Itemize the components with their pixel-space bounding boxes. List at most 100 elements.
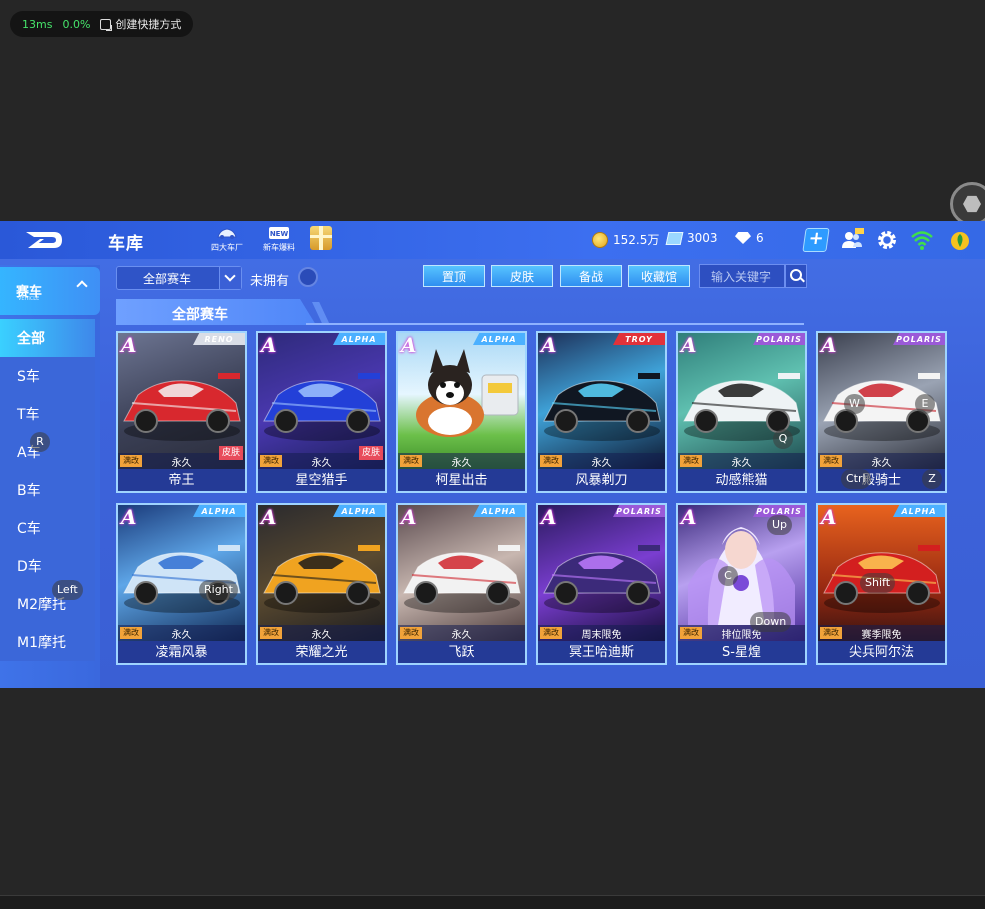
key-hint-bubble: R bbox=[30, 432, 50, 452]
vehicle-category-tab[interactable]: 赛车 VEHICLE bbox=[0, 267, 100, 315]
car-card[interactable]: A ALPHA 满改 永久 柯星出击 bbox=[396, 331, 527, 493]
diamond-amount: 6 bbox=[756, 231, 764, 245]
new-badge-icon: NEW bbox=[269, 227, 289, 239]
gift-icon[interactable] bbox=[310, 226, 332, 250]
car-name: 尖兵阿尔法 bbox=[818, 641, 945, 663]
car-brand-tag: POLARIS bbox=[613, 505, 665, 517]
car-duration: 赛季限免 bbox=[861, 630, 902, 641]
car-grade: A bbox=[121, 333, 137, 357]
section-header-accent bbox=[312, 302, 330, 325]
search-input[interactable]: 输入关键字 bbox=[699, 264, 785, 288]
car-card[interactable]: A ALPHA 满改 永久 皮肤 星空猎手 bbox=[256, 331, 387, 493]
key-hint-bubble: E bbox=[915, 394, 935, 414]
car-grade: A bbox=[401, 333, 417, 357]
hexagon-icon bbox=[963, 195, 981, 213]
car-brand-tag: ALPHA bbox=[193, 505, 245, 517]
car-duration: 永久 bbox=[451, 458, 472, 469]
sidebar-item-b[interactable]: B车 bbox=[0, 471, 95, 509]
car-duration: 永久 bbox=[591, 458, 612, 469]
sidebar-item-all[interactable]: 全部 bbox=[0, 319, 95, 357]
car-duration: 永久 bbox=[731, 458, 752, 469]
screen: 13ms 0.0% 创建快捷方式 车库 四大车厂 NEW 新车爆料 152.5万… bbox=[0, 0, 985, 909]
key-hint-bubble: Down bbox=[750, 612, 792, 632]
unowned-toggle[interactable] bbox=[298, 267, 318, 287]
car-card[interactable]: A ALPHA 满改 永久 荣耀之光 bbox=[256, 503, 387, 665]
top-bar bbox=[0, 221, 985, 259]
car-artwork bbox=[118, 505, 245, 641]
skin-button[interactable]: 皮肤 bbox=[491, 265, 553, 287]
car-grade: A bbox=[401, 505, 417, 529]
car-name: S-星煌 bbox=[678, 641, 805, 663]
diamond-icon bbox=[735, 232, 751, 244]
key-hint-bubble: Up bbox=[767, 515, 793, 535]
car-grade: A bbox=[821, 505, 837, 529]
car-card[interactable]: A POLARIS 满改 周末限免 冥王哈迪斯 bbox=[536, 503, 667, 665]
car-duration: 永久 bbox=[451, 630, 472, 641]
collection-button[interactable]: 收藏馆 bbox=[628, 265, 690, 287]
sidebar-item-s[interactable]: S车 bbox=[0, 357, 95, 395]
car-name: 动感熊猫 bbox=[678, 469, 805, 491]
car-brand-tag: POLARIS bbox=[893, 333, 945, 345]
ticket-icon bbox=[665, 231, 684, 245]
sidebar-list: 全部 S车 T车 A车 B车 C车 D车 M2摩托 M1摩托 bbox=[0, 319, 95, 661]
key-hint-bubble: Right bbox=[199, 580, 238, 600]
car-grade: A bbox=[681, 505, 697, 529]
vehicle-category-sublabel: VEHICLE bbox=[18, 296, 40, 302]
ticket-balance: 3003 bbox=[665, 231, 718, 245]
car-card[interactable]: A POLARIS 满改 永久 动感熊猫 bbox=[676, 331, 807, 493]
car-grade: A bbox=[541, 333, 557, 357]
car-card[interactable]: A ALPHA 满改 永久 飞跃 bbox=[396, 503, 527, 665]
ticket-amount: 3003 bbox=[687, 231, 718, 245]
car-name: 星空猎手 bbox=[258, 469, 385, 491]
search-icon[interactable] bbox=[785, 264, 807, 288]
unowned-label: 未拥有 bbox=[250, 274, 290, 289]
car-brand-tag: TROY bbox=[613, 333, 665, 345]
car-filter-value: 全部赛车 bbox=[143, 271, 192, 286]
key-hint-bubble: Q bbox=[773, 429, 793, 449]
key-hint-bubble: Shift bbox=[860, 573, 896, 593]
car-name: 飞跃 bbox=[398, 641, 525, 663]
recharge-plus-icon[interactable]: + bbox=[802, 228, 830, 252]
new-car-news-button[interactable]: NEW 新车爆料 bbox=[256, 225, 302, 255]
car-artwork bbox=[398, 333, 525, 469]
friends-icon[interactable] bbox=[840, 228, 864, 252]
key-hint-bubble: Z bbox=[922, 469, 942, 489]
wifi-signal-icon bbox=[911, 231, 933, 250]
car-artwork bbox=[258, 505, 385, 641]
car-artwork bbox=[538, 505, 665, 641]
pin-top-button[interactable]: 置顶 bbox=[423, 265, 485, 287]
section-header-line bbox=[306, 323, 804, 325]
floating-assist-button[interactable] bbox=[950, 182, 985, 226]
car-card[interactable]: A RENO 满改 永久 皮肤 帝王 bbox=[116, 331, 247, 493]
sidebar-item-c[interactable]: C车 bbox=[0, 509, 95, 547]
car-artwork bbox=[398, 505, 525, 641]
car-grade: A bbox=[261, 333, 277, 357]
sidebar-item-m1[interactable]: M1摩托 bbox=[0, 623, 95, 661]
car-name: 冥王哈迪斯 bbox=[538, 641, 665, 663]
car-factory-icon bbox=[217, 228, 237, 239]
category-sidebar: 赛车 VEHICLE 全部 S车 T车 A车 B车 C车 D车 M2摩托 M1摩… bbox=[0, 265, 100, 688]
taskbar bbox=[0, 895, 985, 909]
key-hint-bubble: W bbox=[844, 394, 865, 414]
sidebar-item-d[interactable]: D车 bbox=[0, 547, 95, 585]
car-brand-tag: ALPHA bbox=[333, 505, 385, 517]
car-filter-select[interactable]: 全部赛车 bbox=[116, 266, 242, 290]
gear-icon[interactable] bbox=[875, 228, 899, 252]
create-shortcut-label: 创建快捷方式 bbox=[115, 18, 182, 31]
car-duration: 永久 bbox=[311, 630, 332, 641]
car-brand-tag: RENO bbox=[193, 333, 245, 345]
prepare-button[interactable]: 备战 bbox=[560, 265, 622, 287]
game-viewport: 车库 四大车厂 NEW 新车爆料 152.5万 3003 6 + 赛车 VEHI… bbox=[0, 221, 985, 688]
sidebar-item-t[interactable]: T车 bbox=[0, 395, 95, 433]
car-name: 风暴剃刀 bbox=[538, 469, 665, 491]
create-shortcut-button[interactable]: 创建快捷方式 bbox=[100, 16, 181, 32]
car-card[interactable]: A TROY 满改 永久 风暴剃刀 bbox=[536, 331, 667, 493]
car-grade: A bbox=[541, 505, 557, 529]
section-header: 全部赛车 bbox=[116, 299, 804, 325]
four-factories-button[interactable]: 四大车厂 bbox=[204, 225, 250, 255]
shortcut-icon bbox=[100, 18, 113, 31]
svg-text:NEW: NEW bbox=[270, 230, 289, 238]
page-title: 车库 bbox=[108, 234, 144, 254]
new-car-news-caption: 新车爆料 bbox=[263, 243, 295, 252]
key-hint-bubble: Left bbox=[52, 580, 83, 600]
